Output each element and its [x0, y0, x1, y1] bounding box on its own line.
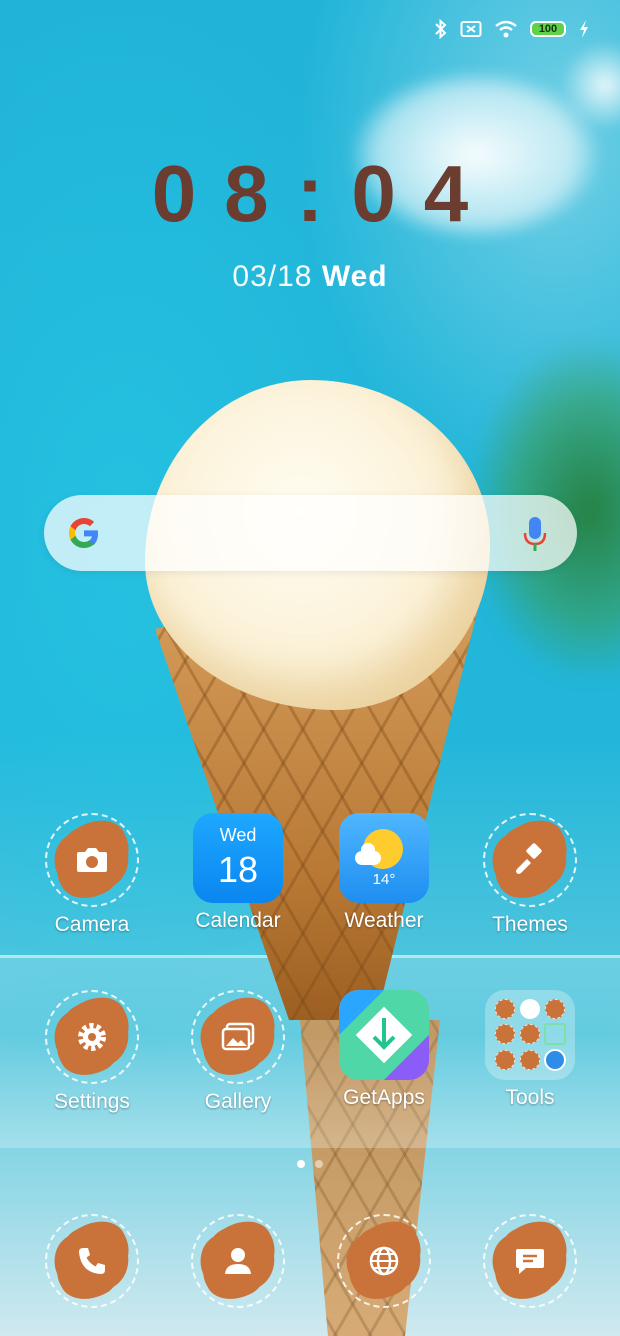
app-getapps[interactable]: GetApps [319, 990, 449, 1110]
gear-icon [45, 990, 139, 1084]
contacts-icon [191, 1214, 285, 1308]
clock-time[interactable]: 08:04 [0, 148, 620, 240]
date-weekday: Wed [321, 260, 388, 293]
calendar-weekday: Wed [219, 825, 257, 845]
app-label: Weather [344, 909, 424, 932]
folder-icon [485, 990, 575, 1080]
dock-messages[interactable] [465, 1214, 595, 1308]
app-weather[interactable]: 14° Weather [319, 813, 449, 933]
app-label: GetApps [343, 1086, 425, 1109]
microphone-icon[interactable] [523, 513, 547, 553]
calendar-day: 18 [217, 849, 259, 890]
dock-phone[interactable] [27, 1214, 157, 1308]
app-label: Themes [492, 913, 568, 936]
wifi-icon [495, 20, 517, 38]
app-label: Gallery [204, 1090, 272, 1113]
weather-icon: 14° [339, 813, 429, 903]
dock-contacts[interactable] [173, 1214, 303, 1308]
getapps-icon [339, 990, 429, 1080]
paintbrush-icon [483, 813, 577, 907]
dock-browser[interactable] [319, 1214, 449, 1308]
battery-level: 100 [538, 23, 558, 35]
charging-icon [580, 20, 588, 38]
page-dot [315, 1160, 323, 1168]
app-calendar[interactable]: Wed 18 Calendar [173, 813, 303, 933]
status-bar: 100 [434, 16, 590, 42]
app-settings[interactable]: Settings [27, 990, 157, 1114]
calendar-icon: Wed 18 [193, 813, 283, 903]
app-label: Settings [54, 1090, 130, 1113]
gallery-icon [191, 990, 285, 1084]
messages-icon [483, 1214, 577, 1308]
browser-icon [337, 1214, 431, 1308]
app-label: Calendar [195, 909, 281, 932]
page-indicator [0, 1160, 620, 1168]
bluetooth-icon [435, 19, 447, 39]
app-gallery[interactable]: Gallery [173, 990, 303, 1114]
app-label: Tools [505, 1086, 555, 1109]
app-tools-folder[interactable]: Tools [465, 990, 595, 1110]
camera-icon [45, 813, 139, 907]
app-label: Camera [54, 913, 130, 936]
clock-date[interactable]: 03/18 Wed [0, 260, 620, 294]
google-search-bar[interactable] [44, 495, 577, 571]
page-dot-active [297, 1160, 305, 1168]
app-themes[interactable]: Themes [465, 813, 595, 937]
app-camera[interactable]: Camera [27, 813, 157, 937]
google-g-icon [69, 518, 98, 548]
date-value: 03/18 [232, 260, 313, 293]
battery-icon: 100 [530, 21, 566, 37]
no-sim-icon [460, 21, 482, 37]
phone-icon [45, 1214, 139, 1308]
weather-temp: 14° [372, 871, 396, 888]
